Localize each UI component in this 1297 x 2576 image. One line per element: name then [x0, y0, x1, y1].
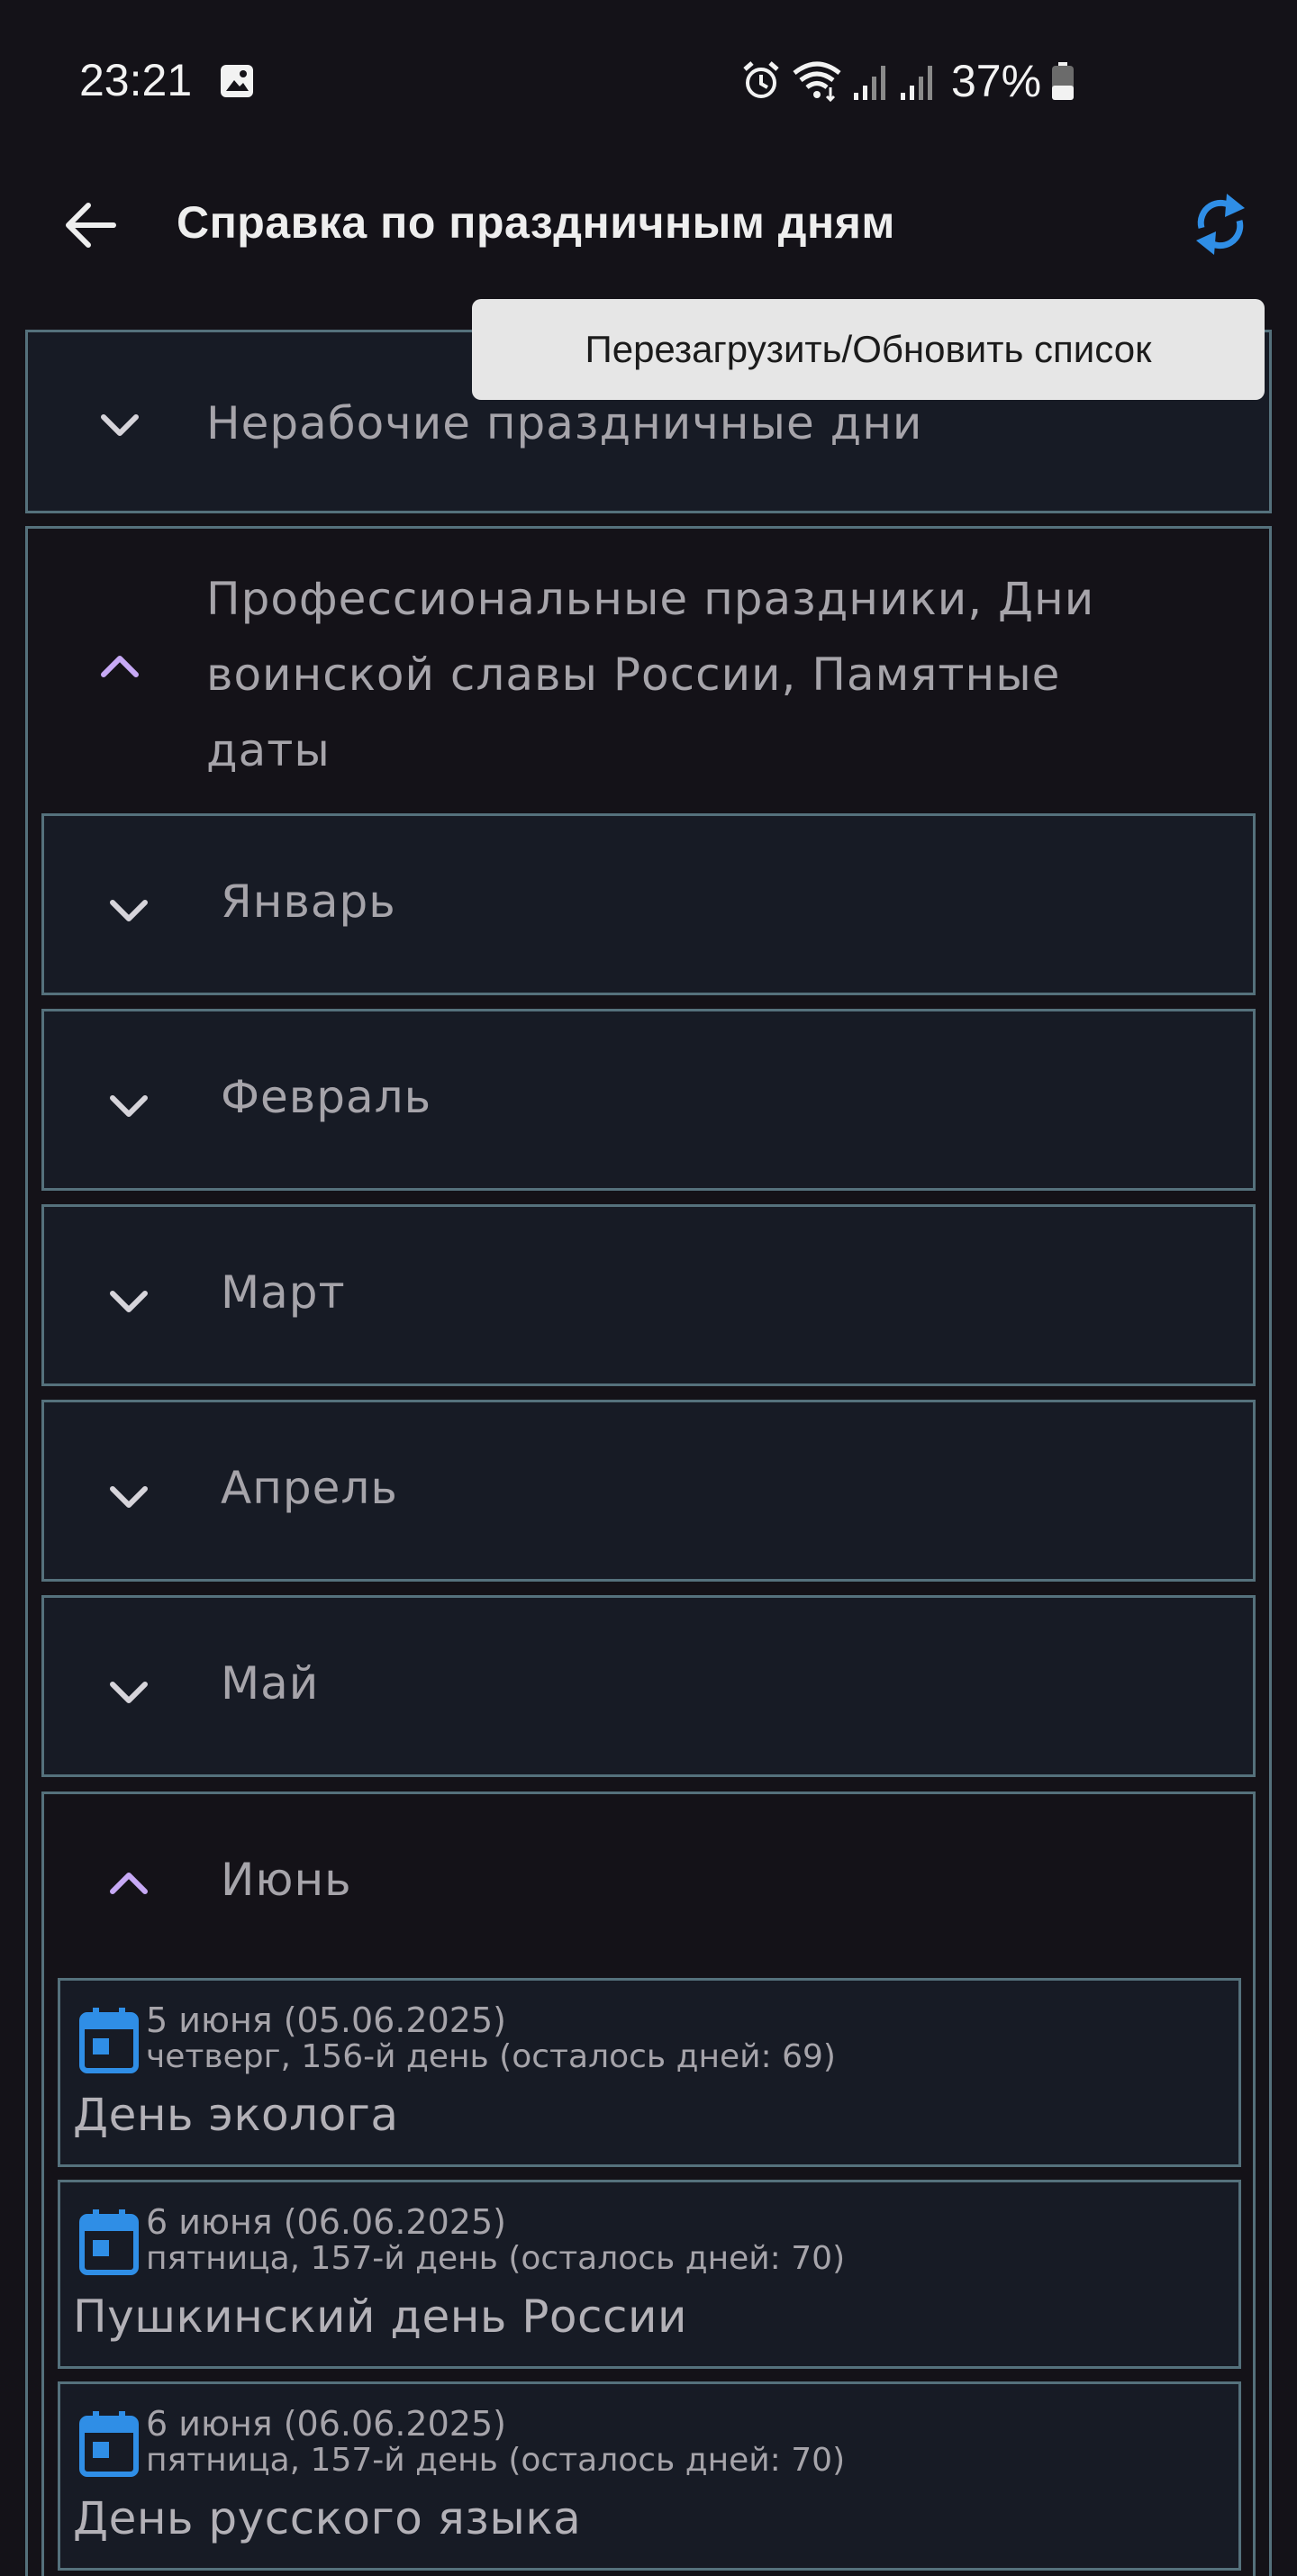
month-april[interactable]: Апрель [41, 1400, 1256, 1582]
event-date: 6 июня (06.06.2025) [146, 2404, 506, 2444]
month-label: Апрель [221, 1462, 398, 1514]
calendar-icon [79, 2008, 139, 2073]
month-march[interactable]: Март [41, 1204, 1256, 1386]
month-may[interactable]: Май [41, 1595, 1256, 1777]
event-name: День русского языка [73, 2492, 582, 2544]
refresh-tooltip: Перезагрузить/Обновить список [472, 299, 1265, 400]
status-bar: 23:21 37% [0, 0, 1297, 162]
signal-icon [901, 66, 932, 100]
month-label: Февраль [221, 1071, 432, 1123]
event-card[interactable]: 6 июня (06.06.2025) пятница, 157-й день … [58, 2381, 1241, 2571]
chevron-down-icon [110, 1291, 148, 1312]
event-card[interactable]: 6 июня (06.06.2025) пятница, 157-й день … [58, 2180, 1241, 2369]
month-label: Май [221, 1657, 320, 1710]
event-meta: четверг, 156-й день (осталось дней: 69) [146, 2038, 836, 2075]
refresh-icon [1196, 194, 1245, 255]
alarm-icon [743, 61, 779, 98]
battery-icon [1052, 62, 1075, 100]
section-label: Профессиональные праздники, Дни воинской… [206, 573, 1095, 776]
chevron-up-icon [101, 656, 139, 677]
battery-percent: 37% [951, 56, 1042, 106]
back-button[interactable] [54, 189, 126, 261]
section-professional-holidays[interactable]: Профессиональные праздники, Дни воинской… [25, 526, 1272, 2576]
signal-icon [854, 66, 885, 100]
event-name: Пушкинский день России [73, 2290, 687, 2343]
chevron-down-icon [110, 1095, 148, 1117]
page-title: Справка по праздничным дням [177, 197, 895, 248]
event-meta: пятница, 157-й день (осталось дней: 70) [146, 2240, 846, 2277]
arrow-back-icon [66, 203, 116, 248]
month-label: Январь [221, 875, 396, 928]
month-june[interactable]: Июнь 5 июня (05.06.2025) четверг, 156-й … [41, 1791, 1256, 2576]
wifi-icon [793, 61, 841, 102]
refresh-button[interactable] [1184, 184, 1256, 265]
chevron-down-icon [110, 1486, 148, 1508]
event-name: День эколога [73, 2089, 399, 2141]
month-label: Июнь [221, 1854, 352, 1906]
month-january[interactable]: Январь [41, 813, 1256, 995]
chevron-up-icon [110, 1873, 148, 1894]
calendar-icon [79, 2209, 139, 2275]
event-date: 5 июня (05.06.2025) [146, 2000, 506, 2040]
event-meta: пятница, 157-й день (осталось дней: 70) [146, 2442, 846, 2479]
status-icons: 37% [740, 56, 1075, 106]
month-label: Март [221, 1266, 346, 1319]
gallery-icon [221, 65, 253, 97]
event-date: 6 июня (06.06.2025) [146, 2202, 506, 2242]
chevron-down-icon [110, 1682, 148, 1703]
calendar-icon [79, 2411, 139, 2477]
event-card[interactable]: 5 июня (05.06.2025) четверг, 156-й день … [58, 1978, 1241, 2167]
month-february[interactable]: Февраль [41, 1009, 1256, 1191]
chevron-down-icon [110, 900, 148, 921]
app-bar: Справка по праздничным дням [0, 162, 1297, 288]
chevron-down-icon [101, 414, 139, 436]
status-time: 23:21 [79, 55, 193, 105]
section-label: Нерабочие праздничные дни [206, 397, 923, 449]
